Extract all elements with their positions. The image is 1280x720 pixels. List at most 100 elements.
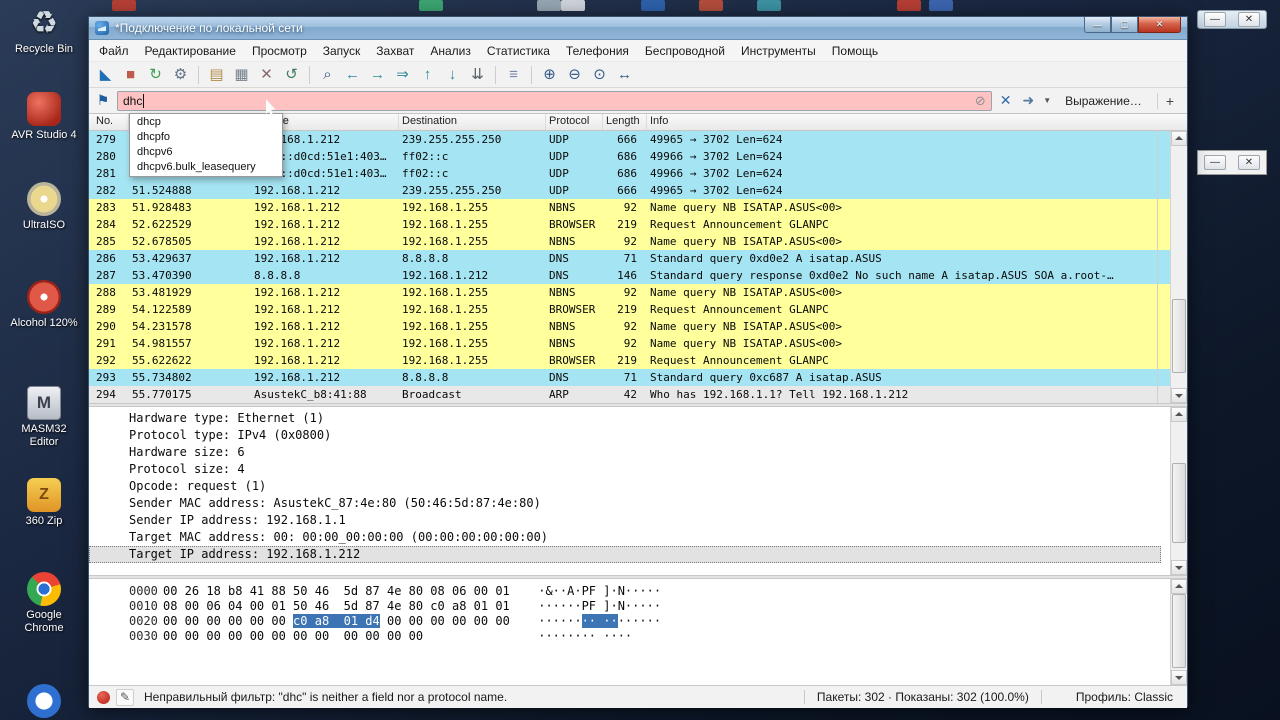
add-filter-button[interactable]: + xyxy=(1156,92,1182,109)
desktop-icon-360-zip[interactable]: Z 360 Zip xyxy=(6,478,82,528)
detail-field[interactable]: Opcode: request (1) xyxy=(89,478,1187,495)
autocomplete-item[interactable]: dhcp xyxy=(130,115,282,130)
packet-row[interactable]: 294 55.770175 AsustekC_b8:41:88 Broadcast AR… xyxy=(89,386,1157,403)
maximize-button[interactable]: ▢ xyxy=(1111,17,1138,33)
find-packet-button[interactable]: ⌕ xyxy=(316,63,339,86)
background-minimize-button[interactable]: — xyxy=(1204,12,1226,27)
filter-input[interactable]: dhc ⊘ xyxy=(117,90,992,111)
expert-info-icon[interactable] xyxy=(97,690,110,704)
background-minimize-button-2[interactable]: — xyxy=(1204,155,1226,170)
desktop-icon-partial[interactable] xyxy=(6,684,82,720)
detail-field[interactable]: Sender MAC address: AsustekC_87:4e:80 (5… xyxy=(89,495,1187,512)
partial-desktop-icon[interactable] xyxy=(537,0,561,11)
column-header-no[interactable]: No. xyxy=(93,114,129,130)
profile-selector[interactable]: Профиль: Classic xyxy=(1076,690,1179,704)
zoom-in-button[interactable]: ⊕ xyxy=(538,63,561,86)
zoom-original-button[interactable]: ⊙ xyxy=(588,63,611,86)
packet-row[interactable]: 283 51.928483 192.168.1.212 192.168.1.255 NB… xyxy=(89,199,1157,216)
filter-bookmark-icon[interactable]: ⚑ xyxy=(94,92,112,109)
packet-row[interactable]: 282 51.524888 192.168.1.212 239.255.255.250… xyxy=(89,182,1157,199)
packet-row[interactable]: 292 55.622622 192.168.1.212 192.168.1.255 BR… xyxy=(89,352,1157,369)
packet-minimap[interactable] xyxy=(1157,131,1170,403)
hex-row[interactable]: 0000 00 26 18 b8 41 88 50 46 5d 87 4e 80 … xyxy=(89,584,1187,599)
detail-field[interactable]: Hardware size: 6 xyxy=(89,444,1187,461)
autocomplete-item[interactable]: dhcpfo xyxy=(130,130,282,145)
restart-capture-button[interactable]: ↻ xyxy=(144,63,167,86)
partial-desktop-icon[interactable] xyxy=(929,0,953,11)
scroll-thumb[interactable] xyxy=(1172,594,1186,668)
partial-desktop-icon[interactable] xyxy=(419,0,443,11)
partial-desktop-icon[interactable] xyxy=(641,0,665,11)
filter-history-dropdown-icon[interactable]: ▼ xyxy=(1042,96,1052,105)
partial-desktop-icon[interactable] xyxy=(112,0,136,11)
zoom-out-button[interactable]: ⊖ xyxy=(563,63,586,86)
packet-row[interactable]: 288 53.481929 192.168.1.212 192.168.1.255 NB… xyxy=(89,284,1157,301)
scroll-thumb[interactable] xyxy=(1172,299,1186,373)
colorize-button[interactable]: ≡ xyxy=(502,63,525,86)
packet-row[interactable]: 291 54.981557 192.168.1.212 192.168.1.255 NB… xyxy=(89,335,1157,352)
menu-анализ[interactable]: Анализ xyxy=(422,42,479,60)
scroll-down-icon[interactable] xyxy=(1171,388,1187,403)
capture-options-button[interactable]: ⚙ xyxy=(169,63,192,86)
partial-desktop-icon[interactable] xyxy=(897,0,921,11)
close-file-button[interactable]: ✕ xyxy=(255,63,278,86)
open-file-button[interactable]: ▤ xyxy=(205,63,228,86)
detail-field[interactable]: Protocol size: 4 xyxy=(89,461,1187,478)
title-bar[interactable]: *Подключение по локальной сети — ▢ ✕ xyxy=(89,17,1187,40)
background-close-button-2[interactable]: ✕ xyxy=(1238,155,1260,170)
packet-row[interactable]: 286 53.429637 192.168.1.212 8.8.8.8 DNS 71 Sta… xyxy=(89,250,1157,267)
menu-редактирование[interactable]: Редактирование xyxy=(137,42,244,60)
scroll-thumb[interactable] xyxy=(1172,463,1186,543)
scroll-up-icon[interactable] xyxy=(1171,131,1187,146)
detail-field[interactable]: Protocol type: IPv4 (0x0800) xyxy=(89,427,1187,444)
background-close-button[interactable]: ✕ xyxy=(1238,12,1260,27)
save-file-button[interactable]: ▦ xyxy=(230,63,253,86)
menu-помощь[interactable]: Помощь xyxy=(824,42,886,60)
go-last-button[interactable]: ↓ xyxy=(441,63,464,86)
scroll-up-icon[interactable] xyxy=(1171,579,1187,594)
menu-захват[interactable]: Захват xyxy=(368,42,422,60)
filter-clear-embedded-icon[interactable]: ⊘ xyxy=(975,93,986,109)
menu-статистика[interactable]: Статистика xyxy=(479,42,558,60)
column-header-dst[interactable]: Destination xyxy=(399,114,546,130)
minimize-button[interactable]: — xyxy=(1084,17,1111,33)
column-header-proto[interactable]: Protocol xyxy=(546,114,603,130)
autocomplete-item[interactable]: dhcpv6.bulk_leasequery xyxy=(130,160,282,175)
expression-button[interactable]: Выражение… xyxy=(1057,94,1150,108)
desktop-icon-recycle-bin[interactable]: ♻ Recycle Bin xyxy=(6,5,82,56)
detail-field[interactable]: Sender IP address: 192.168.1.1 xyxy=(89,512,1187,529)
menu-инструменты[interactable]: Инструменты xyxy=(733,42,824,60)
desktop-icon-masm32-editor[interactable]: M MASM32 Editor xyxy=(6,386,82,449)
hex-row[interactable]: 0030 00 00 00 00 00 00 00 00 00 00 00 00 ·… xyxy=(89,629,1187,644)
scroll-down-icon[interactable] xyxy=(1171,560,1187,575)
desktop-icon-avr-studio-4[interactable]: AVR Studio 4 xyxy=(6,92,82,142)
desktop-icon-ultraiso[interactable]: UltraISO xyxy=(6,182,82,232)
menu-запуск[interactable]: Запуск xyxy=(315,42,369,60)
resize-columns-button[interactable]: ↔ xyxy=(613,63,636,86)
scroll-down-icon[interactable] xyxy=(1171,670,1187,685)
detail-field[interactable]: Target IP address: 192.168.1.212 xyxy=(89,546,1161,563)
reload-file-button[interactable]: ↺ xyxy=(280,63,303,86)
partial-desktop-icon[interactable] xyxy=(757,0,781,11)
hex-row[interactable]: 0020 00 00 00 00 00 00 c0 a8 01 d4 00 00 … xyxy=(89,614,1187,629)
auto-scroll-button[interactable]: ⇊ xyxy=(466,63,489,86)
autocomplete-item[interactable]: dhcpv6 xyxy=(130,145,282,160)
packet-row[interactable]: 285 52.678505 192.168.1.212 192.168.1.255 NB… xyxy=(89,233,1157,250)
go-first-button[interactable]: ↑ xyxy=(416,63,439,86)
packet-row[interactable]: 287 53.470390 8.8.8.8 192.168.1.212 DNS 146 St… xyxy=(89,267,1157,284)
partial-desktop-icon[interactable] xyxy=(561,0,585,11)
go-back-button[interactable]: ← xyxy=(341,63,364,86)
packet-row[interactable]: 290 54.231578 192.168.1.212 192.168.1.255 NB… xyxy=(89,318,1157,335)
filter-apply-button[interactable]: ➜ xyxy=(1019,92,1037,109)
desktop-icon-google-chrome[interactable]: Google Chrome xyxy=(6,572,82,635)
partial-desktop-icon[interactable] xyxy=(699,0,723,11)
column-header-info[interactable]: Info xyxy=(647,114,1157,130)
go-to-packet-button[interactable]: ⇒ xyxy=(391,63,414,86)
close-button[interactable]: ✕ xyxy=(1138,17,1181,33)
menu-беспроводной[interactable]: Беспроводной xyxy=(637,42,733,60)
start-capture-button[interactable]: ◣ xyxy=(94,63,117,86)
desktop-icon-alcohol-120-[interactable]: Alcohol 120% xyxy=(6,280,82,330)
packet-row[interactable]: 284 52.622529 192.168.1.212 192.168.1.255 BR… xyxy=(89,216,1157,233)
filter-clear-button[interactable]: ✕ xyxy=(997,92,1015,109)
hex-row[interactable]: 0010 08 00 06 04 00 01 50 46 5d 87 4e 80 … xyxy=(89,599,1187,614)
